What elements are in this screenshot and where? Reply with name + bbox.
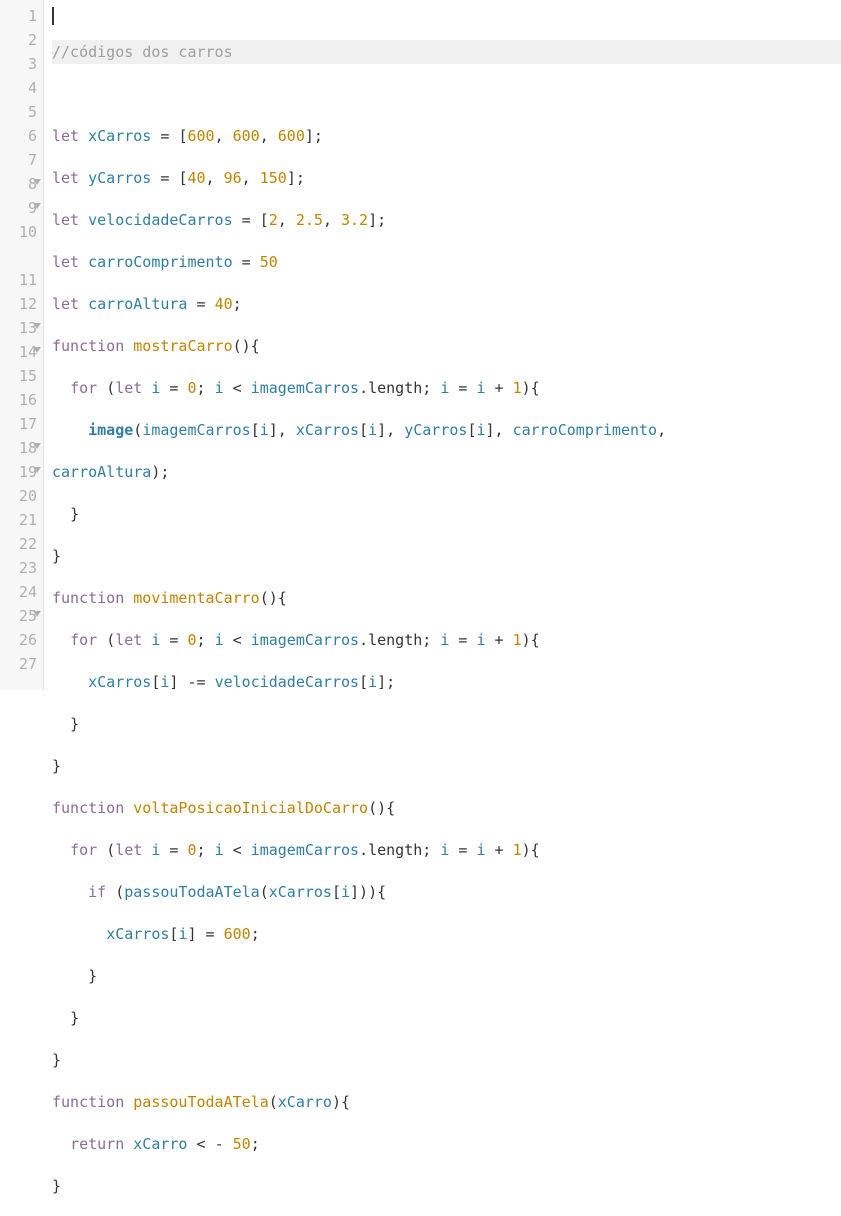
fold-arrow-icon[interactable] (33, 443, 41, 449)
code-line: for (let i = 0; i < imagemCarros.length;… (52, 628, 841, 652)
fold-arrow-icon[interactable] (33, 179, 41, 185)
code-line: for (let i = 0; i < imagemCarros.length;… (52, 838, 841, 862)
code-line: } (52, 1048, 841, 1072)
line-number: 20 (0, 484, 37, 508)
line-number: 16 (0, 388, 37, 412)
code-editor-content[interactable]: //códigos dos carros let xCarros = [600,… (44, 0, 841, 690)
line-number: 23 (0, 556, 37, 580)
fold-arrow-icon[interactable] (33, 467, 41, 473)
code-line: } (52, 754, 841, 778)
line-number: 4 (0, 76, 37, 100)
line-number: 5 (0, 100, 37, 124)
code-line: image(imagemCarros[i], xCarros[i], yCarr… (52, 418, 841, 442)
code-line: let velocidadeCarros = [2, 2.5, 3.2]; (52, 208, 841, 232)
code-line: for (let i = 0; i < imagemCarros.length;… (52, 376, 841, 400)
text-cursor (52, 7, 54, 25)
line-number-gutter: 1234567891011121314151617181920212223242… (0, 0, 44, 690)
code-line (52, 82, 841, 106)
code-line: } (52, 544, 841, 568)
line-number: 25 (0, 604, 37, 628)
code-line: if (passouTodaATela(xCarros[i])){ (52, 880, 841, 904)
line-number: 21 (0, 508, 37, 532)
code-line: xCarros[i] = 600; (52, 922, 841, 946)
line-number: 24 (0, 580, 37, 604)
code-line: } (52, 1006, 841, 1030)
line-number: 8 (0, 172, 37, 196)
code-line: } (52, 712, 841, 736)
code-line: function mostraCarro(){ (52, 334, 841, 358)
line-number: 12 (0, 292, 37, 316)
code-line: carroAltura); (52, 460, 841, 484)
code-line: let carroAltura = 40; (52, 292, 841, 316)
code-line: } (52, 964, 841, 988)
code-line: function passouTodaATela(xCarro){ (52, 1090, 841, 1114)
code-line: } (52, 502, 841, 526)
code-line: let yCarros = [40, 96, 150]; (52, 166, 841, 190)
comment-text: //códigos dos carros (52, 43, 233, 61)
line-number: 10 (0, 220, 37, 244)
code-line: let xCarros = [600, 600, 600]; (52, 124, 841, 148)
fold-arrow-icon[interactable] (33, 611, 41, 617)
line-number: 17 (0, 412, 37, 436)
code-line: xCarros[i] -= velocidadeCarros[i]; (52, 670, 841, 694)
code-line: function movimentaCarro(){ (52, 586, 841, 610)
line-number (0, 244, 37, 268)
fold-arrow-icon[interactable] (33, 347, 41, 353)
code-line: return xCarro < - 50; (52, 1132, 841, 1156)
fold-arrow-icon[interactable] (33, 323, 41, 329)
code-line: //códigos dos carros (52, 40, 841, 64)
line-number: 27 (0, 652, 37, 676)
code-line: let carroComprimento = 50 (52, 250, 841, 274)
line-number: 2 (0, 28, 37, 52)
line-number: 26 (0, 628, 37, 652)
line-number: 13 (0, 316, 37, 340)
line-number: 7 (0, 148, 37, 172)
line-number: 9 (0, 196, 37, 220)
fold-arrow-icon[interactable] (33, 203, 41, 209)
line-number: 15 (0, 364, 37, 388)
line-number: 3 (0, 52, 37, 76)
line-number: 1 (0, 4, 37, 28)
code-line: } (52, 1174, 841, 1198)
code-line: function voltaPosicaoInicialDoCarro(){ (52, 796, 841, 820)
line-number: 22 (0, 532, 37, 556)
line-number: 18 (0, 436, 37, 460)
line-number: 6 (0, 124, 37, 148)
line-number: 19 (0, 460, 37, 484)
line-number: 14 (0, 340, 37, 364)
line-number: 11 (0, 268, 37, 292)
